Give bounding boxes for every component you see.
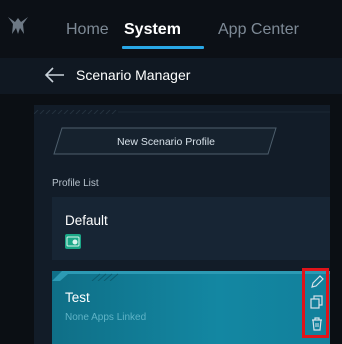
profile-name-default: Default xyxy=(65,213,108,228)
new-scenario-profile-button[interactable] xyxy=(52,127,280,155)
edit-icon[interactable] xyxy=(309,274,325,290)
panel-decoration xyxy=(34,110,330,114)
delete-icon[interactable] xyxy=(309,316,325,332)
profile-card-test[interactable] xyxy=(52,271,330,344)
tab-app-center[interactable]: App Center xyxy=(218,21,299,39)
card-decoration xyxy=(52,271,330,281)
profile-card-default[interactable] xyxy=(52,197,330,260)
profile-status-test: None Apps Linked xyxy=(65,312,147,323)
linked-app-icon xyxy=(65,234,81,249)
page-title: Scenario Manager xyxy=(76,67,191,83)
profile-list-label: Profile List xyxy=(52,178,99,189)
back-arrow-icon[interactable] xyxy=(44,66,66,84)
predator-logo-icon xyxy=(8,17,28,34)
tab-home[interactable]: Home xyxy=(66,21,109,39)
active-tab-indicator xyxy=(122,46,204,49)
duplicate-icon[interactable] xyxy=(309,294,325,310)
profile-name-test: Test xyxy=(65,290,90,305)
tab-system[interactable]: System xyxy=(124,21,181,39)
